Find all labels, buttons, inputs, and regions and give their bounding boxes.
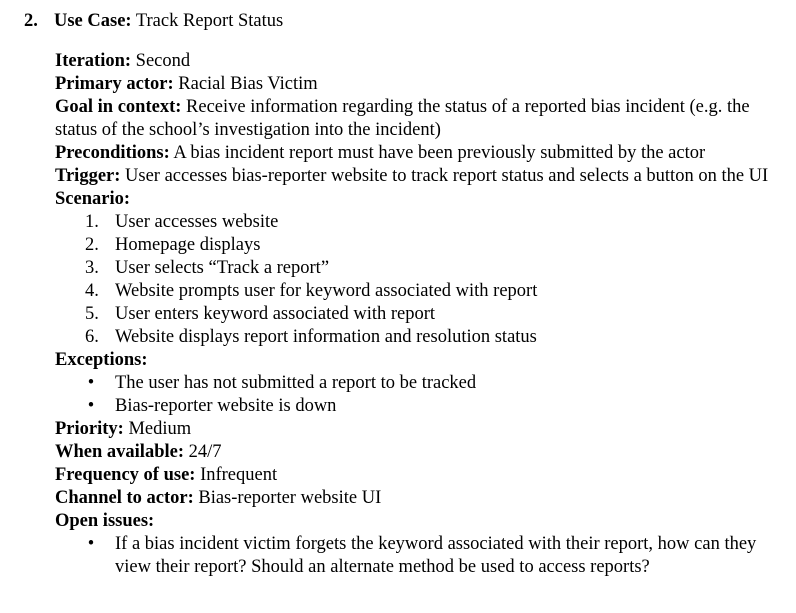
- step-text: User enters keyword associated with repo…: [115, 304, 436, 324]
- open-issues-label: Open issues:: [55, 511, 155, 531]
- field-trigger: Trigger: User accesses bias-reporter web…: [55, 165, 785, 188]
- exception-text: The user has not submitted a report to b…: [115, 373, 477, 393]
- field-label: When available:: [55, 442, 184, 462]
- field-value: Bias-reporter website UI: [198, 488, 382, 508]
- field-value: User accesses bias-reporter website to t…: [125, 166, 769, 186]
- heading-number: 2.: [24, 11, 38, 31]
- bullet-icon: [86, 372, 96, 395]
- field-goal-in-context: Goal in context: Receive information reg…: [55, 96, 785, 142]
- field-label: Trigger:: [55, 166, 121, 186]
- exceptions-list: The user has not submitted a report to b…: [55, 372, 785, 418]
- step-number: 2.: [85, 235, 99, 255]
- heading-value: Track Report Status: [135, 11, 284, 31]
- field-label: Channel to actor:: [55, 488, 194, 508]
- field-label: Frequency of use:: [55, 465, 196, 485]
- field-value: Second: [135, 51, 191, 71]
- field-label: Goal in context:: [55, 97, 182, 117]
- field-priority: Priority: Medium: [55, 418, 785, 441]
- step-number: 1.: [85, 212, 99, 232]
- exception-item: The user has not submitted a report to b…: [55, 372, 785, 395]
- field-value: Infrequent: [200, 465, 278, 485]
- step-number: 3.: [85, 258, 99, 278]
- step-text: Website prompts user for keyword associa…: [115, 281, 538, 301]
- scenario-steps: 1. User accesses website 2. Homepage displ…: [55, 211, 785, 349]
- field-when-available: When available: 24/7: [55, 441, 785, 464]
- field-channel-to-actor: Channel to actor: Bias-reporter website …: [55, 487, 785, 510]
- step-text: User accesses website: [115, 212, 279, 232]
- use-case-fields: Iteration: Second Primary actor: Racial …: [55, 50, 785, 579]
- scenario-step: 3. User selects “Track a report”: [55, 257, 785, 280]
- field-value: Racial Bias Victim: [178, 74, 318, 94]
- field-label: Preconditions:: [55, 143, 170, 163]
- exception-text: Bias-reporter website is down: [115, 396, 337, 416]
- field-iteration: Iteration: Second: [55, 50, 785, 73]
- field-value: A bias incident report must have been pr…: [173, 143, 706, 163]
- field-frequency-of-use: Frequency of use: Infrequent: [55, 464, 785, 487]
- field-label: Priority:: [55, 419, 124, 439]
- step-number: 5.: [85, 304, 99, 324]
- heading-label: Use Case:: [54, 11, 132, 31]
- exception-item: Bias-reporter website is down: [55, 395, 785, 418]
- scenario-step: 2. Homepage displays: [55, 234, 785, 257]
- open-issue-text: If a bias incident victim forgets the ke…: [115, 534, 757, 577]
- step-number: 4.: [85, 281, 99, 301]
- open-issue-item: If a bias incident victim forgets the ke…: [55, 533, 785, 579]
- scenario-step: 4. Website prompts user for keyword assoc…: [55, 280, 785, 303]
- scenario-step: 6. Website displays report information an…: [55, 326, 785, 349]
- step-text: Homepage displays: [115, 235, 261, 255]
- scenario-label: Scenario:: [55, 189, 131, 209]
- step-text: Website displays report information and …: [115, 327, 537, 347]
- step-number: 6.: [85, 327, 99, 347]
- field-value: 24/7: [188, 442, 222, 462]
- use-case-heading: 2. Use Case: Track Report Status: [24, 10, 283, 33]
- step-text: User selects “Track a report”: [115, 258, 330, 278]
- scenario-step: 1. User accesses website: [55, 211, 785, 234]
- field-label: Primary actor:: [55, 74, 174, 94]
- field-preconditions: Preconditions: A bias incident report mu…: [55, 142, 785, 165]
- open-issues-list: If a bias incident victim forgets the ke…: [55, 533, 785, 579]
- bullet-icon: [86, 395, 96, 418]
- field-primary-actor: Primary actor: Racial Bias Victim: [55, 73, 785, 96]
- field-label: Iteration:: [55, 51, 132, 71]
- scenario-step: 5. User enters keyword associated with re…: [55, 303, 785, 326]
- bullet-icon: [86, 533, 96, 556]
- field-value: Medium: [128, 419, 192, 439]
- exceptions-label: Exceptions:: [55, 350, 148, 370]
